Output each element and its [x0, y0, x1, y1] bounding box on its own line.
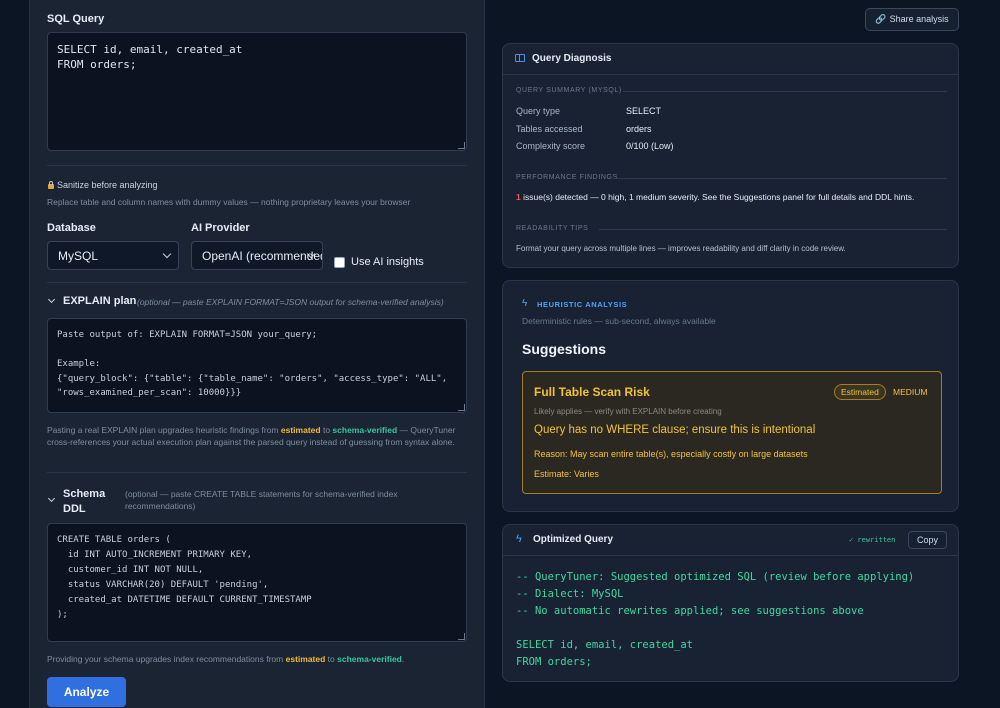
- chevron-down-icon: [47, 295, 56, 304]
- ai-insights-checkbox[interactable]: [334, 257, 345, 268]
- lightning-icon: ϟ: [522, 298, 528, 309]
- lock-icon: [47, 181, 55, 189]
- heuristic-analysis-badge: HEURISTIC ANALYSIS: [537, 300, 628, 309]
- explain-plan-note: Pasting a real EXPLAIN plan upgrades heu…: [47, 425, 456, 447]
- sanitize-label: Sanitize before analyzing: [57, 180, 158, 190]
- analyze-button[interactable]: Analyze: [47, 677, 126, 707]
- optimized-query-code: -- QueryTuner: Suggested optimized SQL (…: [516, 571, 915, 668]
- ai-provider-selected-value: OpenAI (recommended): [202, 249, 323, 263]
- resize-grip-icon[interactable]: [458, 633, 465, 640]
- sql-query-input[interactable]: SELECT id, email, created_at FROM orders…: [47, 32, 467, 151]
- suggestions-heading: Suggestions: [522, 341, 607, 357]
- ai-insights-label: Use AI insights: [351, 256, 424, 268]
- card-header: Query Diagnosis: [503, 44, 958, 75]
- readability-tips-heading: READABILITY TIPS: [516, 225, 589, 232]
- suggestion-reason: Reason: May scan entire table(s), especi…: [534, 449, 808, 459]
- divider: [623, 91, 947, 92]
- query-diagnosis-card: Query Diagnosis QUERY SUMMARY (MYSQL) Qu…: [502, 43, 959, 268]
- readability-tips-text: Format your query across multiple lines …: [516, 244, 846, 253]
- resize-grip-icon[interactable]: [458, 142, 465, 149]
- explain-plan-hint: (optional — paste EXPLAIN FORMAT=JSON ou…: [137, 297, 444, 307]
- sql-query-label: SQL Query: [47, 13, 105, 25]
- query-form-panel: SQL Query SELECT id, email, created_at F…: [29, 0, 485, 708]
- divider: [47, 472, 467, 473]
- divider: [613, 178, 947, 179]
- database-select[interactable]: MySQL: [47, 241, 179, 270]
- tables-accessed-key: Tables accessed: [516, 124, 583, 134]
- query-diagnosis-title: Query Diagnosis: [532, 53, 612, 64]
- lightning-icon: ϟ: [516, 533, 522, 545]
- share-analysis-button[interactable]: 🔗 Share analysis: [865, 8, 959, 31]
- book-icon: [515, 54, 525, 62]
- severity-badge: MEDIUM: [893, 387, 928, 397]
- suggestion-estimate: Estimate: Varies: [534, 469, 599, 479]
- query-type-value: SELECT: [626, 106, 662, 116]
- tables-accessed-value: orders: [626, 124, 652, 134]
- copy-button[interactable]: Copy: [908, 531, 947, 549]
- explain-plan-input[interactable]: Paste output of: EXPLAIN FORMAT=JSON you…: [47, 318, 467, 413]
- query-summary-heading: QUERY SUMMARY (MYSQL): [516, 87, 622, 94]
- explain-plan-title: EXPLAIN plan: [63, 295, 137, 307]
- optimized-query-title: Optimized Query: [533, 534, 614, 545]
- divider: [47, 165, 467, 166]
- database-label: Database: [47, 222, 96, 234]
- suggestion-message: Query has no WHERE clause; ensure this i…: [534, 424, 816, 436]
- issue-count: 1: [516, 192, 521, 202]
- divider: [599, 229, 947, 230]
- chevron-down-icon: [47, 494, 56, 503]
- schema-ddl-hint: (optional — paste CREATE TABLE statement…: [125, 489, 398, 511]
- schema-ddl-title: Schema DDL: [63, 488, 106, 515]
- performance-findings-text: 1 issue(s) detected — 0 high, 1 medium s…: [516, 192, 915, 202]
- suggestion-item: Full Table Scan Risk Estimated MEDIUM Li…: [522, 371, 942, 494]
- schema-ddl-input[interactable]: CREATE TABLE orders ( id INT AUTO_INCREM…: [47, 523, 467, 642]
- suggestion-title: Full Table Scan Risk: [534, 385, 650, 399]
- divider: [47, 282, 467, 283]
- resize-grip-icon[interactable]: [458, 404, 465, 411]
- ai-provider-select[interactable]: OpenAI (recommended): [191, 241, 323, 270]
- ai-provider-label: AI Provider: [191, 222, 250, 234]
- estimated-tag: Estimated: [834, 384, 886, 400]
- heuristic-analysis-subtitle: Deterministic rules — sub-second, always…: [522, 316, 716, 326]
- complexity-score-value: 0/100 (Low): [626, 141, 674, 151]
- heuristic-analysis-card: ϟ HEURISTIC ANALYSIS Deterministic rules…: [502, 280, 959, 512]
- complexity-score-key: Complexity score: [516, 141, 586, 151]
- performance-findings-heading: PERFORMANCE FINDINGS: [516, 174, 618, 181]
- suggestion-applies: Likely applies — verify with EXPLAIN bef…: [534, 407, 722, 416]
- link-icon: 🔗: [875, 14, 887, 24]
- database-selected-value: MySQL: [58, 249, 99, 263]
- card-header: ϟ Optimized Query ✓ rewritten Copy: [503, 525, 958, 556]
- query-type-key: Query type: [516, 106, 561, 116]
- rewritten-status: ✓ rewritten: [849, 536, 896, 544]
- schema-ddl-note: Providing your schema upgrades index rec…: [47, 654, 405, 664]
- optimized-query-card: ϟ Optimized Query ✓ rewritten Copy -- Qu…: [502, 524, 959, 682]
- chevron-down-icon: [162, 249, 172, 259]
- sanitize-description: Replace table and column names with dumm…: [47, 197, 411, 207]
- sanitize-toggle[interactable]: Sanitize before analyzing: [47, 180, 158, 190]
